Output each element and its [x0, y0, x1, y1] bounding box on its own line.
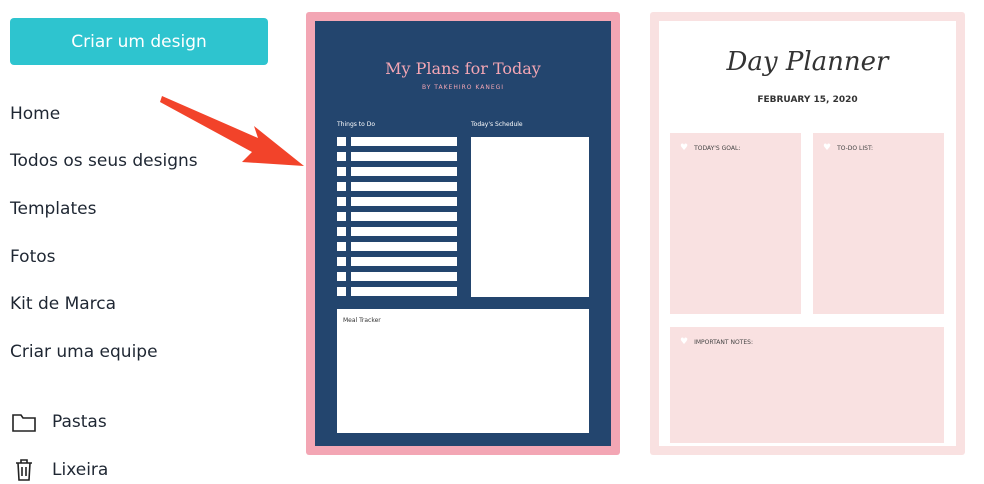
- sidebar-item-create-team[interactable]: Criar uma equipe: [10, 328, 198, 376]
- template-preview: Day Planner FEBRUARY 15, 2020 ♥ TODAY'S …: [659, 21, 956, 446]
- heart-icon: ♥: [680, 143, 689, 153]
- label-text: TODAY'S GOAL:: [694, 145, 741, 152]
- create-design-button[interactable]: Criar um design: [10, 18, 268, 65]
- label-text: IMPORTANT NOTES:: [694, 339, 753, 346]
- heart-icon: ♥: [823, 143, 832, 153]
- trash-icon: [10, 456, 38, 484]
- schedule-box: [471, 137, 589, 297]
- things-to-do-label: Things to Do: [337, 121, 376, 128]
- important-notes-label: ♥ IMPORTANT NOTES:: [680, 338, 753, 347]
- template-title: My Plans for Today: [385, 59, 541, 78]
- sidebar-item-templates[interactable]: Templates: [10, 185, 198, 233]
- todays-goal-box: ♥ TODAY'S GOAL:: [670, 133, 801, 314]
- sidebar-item-label: Pastas: [52, 412, 107, 432]
- template-title: Day Planner: [726, 47, 889, 77]
- todo-list-box: ♥ TO-DO LIST:: [813, 133, 944, 314]
- template-card-my-plans[interactable]: My Plans for Today BY TAKEHIRO KANEGI Th…: [306, 12, 620, 455]
- template-card-day-planner[interactable]: Day Planner FEBRUARY 15, 2020 ♥ TODAY'S …: [650, 12, 965, 455]
- sidebar-item-brand-kit[interactable]: Kit de Marca: [10, 280, 198, 328]
- meal-tracker-box: Meal Tracker: [337, 309, 589, 433]
- heart-icon: ♥: [680, 337, 689, 347]
- template-preview: My Plans for Today BY TAKEHIRO KANEGI Th…: [315, 21, 611, 446]
- schedule-label: Today's Schedule: [471, 121, 523, 128]
- sidebar-item-label: Lixeira: [52, 460, 109, 480]
- sidebar-item-photos[interactable]: Fotos: [10, 233, 198, 281]
- template-date: FEBRUARY 15, 2020: [757, 95, 858, 105]
- todays-goal-label: ♥ TODAY'S GOAL:: [680, 144, 740, 153]
- pointer-arrow-icon: [160, 96, 304, 166]
- meal-tracker-label: Meal Tracker: [343, 317, 381, 324]
- label-text: TO-DO LIST:: [837, 145, 873, 152]
- important-notes-box: ♥ IMPORTANT NOTES:: [670, 327, 944, 443]
- template-subtitle: BY TAKEHIRO KANEGI: [421, 84, 505, 91]
- sidebar-item-trash[interactable]: Lixeira: [10, 456, 108, 484]
- sidebar-item-folders[interactable]: Pastas: [10, 408, 107, 436]
- todo-list-label: ♥ TO-DO LIST:: [823, 144, 873, 153]
- folder-icon: [10, 408, 38, 436]
